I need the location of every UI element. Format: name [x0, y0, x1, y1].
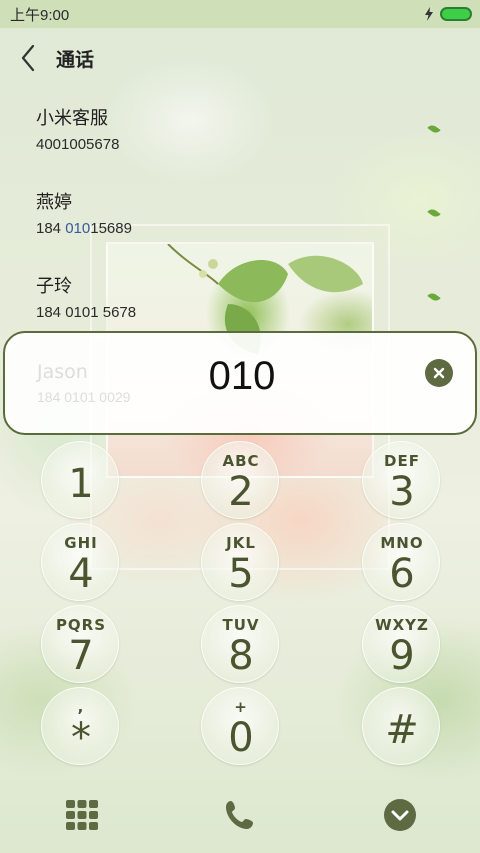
page-title: 通话	[56, 48, 95, 71]
key-digit: 4	[68, 551, 94, 597]
list-item-contact[interactable]: 燕婷 184 01015689	[36, 192, 436, 238]
key-3[interactable]: DEF 3	[362, 441, 440, 519]
key-digit: 5	[228, 551, 254, 597]
key-digit: 7	[68, 633, 94, 679]
dial-input-box[interactable]: Jason 184 0101 0029 010	[3, 331, 477, 435]
charging-bolt-icon	[425, 7, 433, 21]
collapse-keypad-button[interactable]	[380, 795, 420, 835]
header: 通话	[0, 36, 480, 80]
key-digit: 2	[228, 469, 254, 515]
key-digit: 9	[389, 633, 415, 679]
key-8[interactable]: TUV 8	[201, 605, 279, 683]
key-4[interactable]: GHI 4	[41, 523, 119, 601]
phone-icon	[226, 801, 253, 829]
key-hash[interactable]: #	[362, 687, 440, 765]
key-9[interactable]: WXYZ 9	[362, 605, 440, 683]
key-star[interactable]: , *	[41, 687, 119, 765]
battery-icon	[440, 7, 472, 21]
status-time: 上午9:00	[10, 6, 70, 24]
clear-button[interactable]	[425, 359, 453, 387]
status-right	[424, 7, 472, 21]
key-digit: 6	[389, 551, 415, 597]
key-2[interactable]: ABC 2	[201, 441, 279, 519]
contact-name: 子玲	[36, 276, 72, 297]
contact-number: 184 01015689	[36, 220, 436, 238]
list-item-contact[interactable]: 子玲 184 0101 5678	[36, 276, 436, 322]
back-button[interactable]	[4, 36, 52, 80]
collapse-chevron-icon	[384, 799, 416, 831]
key-6[interactable]: MNO 6	[362, 523, 440, 601]
status-bar: 上午9:00	[0, 0, 480, 28]
key-0[interactable]: + 0	[201, 687, 279, 765]
contact-name: 小米客服	[36, 108, 108, 129]
contact-name: 燕婷	[36, 192, 72, 213]
contact-number: 4001005678	[36, 136, 120, 153]
key-digit: #	[385, 707, 419, 753]
clear-icon	[433, 367, 445, 379]
dial-number-display: 010	[208, 354, 276, 398]
key-digit: 8	[228, 633, 254, 679]
key-digit: 0	[228, 715, 254, 761]
key-digit: 3	[389, 469, 415, 515]
key-7[interactable]: PQRS 7	[41, 605, 119, 683]
number-prefix: 184	[36, 220, 66, 237]
number-suffix: 15689	[90, 220, 132, 237]
back-arrow-icon	[21, 44, 35, 72]
dialpad-toggle-button[interactable]	[62, 795, 102, 835]
list-item-contact[interactable]: 小米客服 4001005678	[36, 108, 436, 154]
number-match-highlight: 010	[65, 220, 91, 237]
contact-number: 184 0101 5678	[36, 304, 137, 321]
key-5[interactable]: JKL 5	[201, 523, 279, 601]
key-digit: 1	[68, 461, 94, 507]
key-1[interactable]: 1	[41, 441, 119, 519]
call-button[interactable]	[220, 795, 260, 835]
dialpad-grid-icon	[66, 800, 98, 830]
key-digit: *	[71, 715, 91, 761]
